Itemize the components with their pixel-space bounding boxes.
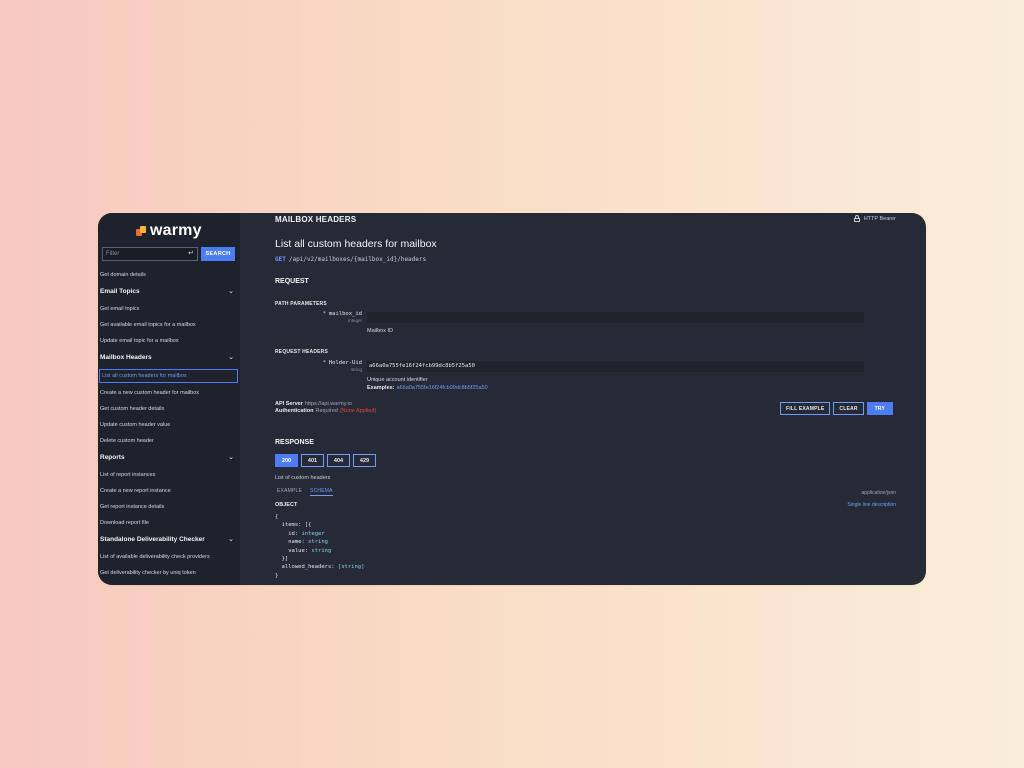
- auth-badge-label: HTTP Bearer: [863, 215, 896, 222]
- sidebar-item[interactable]: Get domain details: [98, 267, 240, 283]
- sidebar-group-label: Reports: [100, 454, 125, 461]
- enter-icon: ↵: [188, 250, 194, 257]
- warmy-logo-icon: [136, 226, 146, 236]
- sidebar-item[interactable]: List of available deliverability check p…: [98, 549, 240, 565]
- header-param-description: Unique account identifier: [367, 377, 428, 383]
- response-code-404[interactable]: 404: [327, 454, 350, 467]
- schema-field: value: string: [288, 547, 332, 554]
- response-tabs: EXAMPLE SCHEMA: [277, 488, 333, 496]
- request-headers-heading: REQUEST HEADERS: [275, 349, 329, 355]
- main-content: MAILBOX HEADERS HTTP Bearer List all cus…: [240, 213, 926, 585]
- sidebar-group[interactable]: Email Topics ⌄: [98, 283, 240, 301]
- filter-input[interactable]: Filter ↵: [102, 247, 198, 261]
- api-docs-window: warmy Filter ↵ SEARCH Get domain details…: [98, 213, 926, 585]
- authentication-line: Authentication Required (None Applied): [275, 408, 377, 414]
- sidebar-item[interactable]: List of report instances: [98, 467, 240, 483]
- sidebar-item[interactable]: Download report file: [98, 515, 240, 531]
- sidebar: warmy Filter ↵ SEARCH Get domain details…: [98, 213, 240, 585]
- sidebar-group-label: Mailbox Headers: [100, 354, 152, 361]
- sidebar-group-label: Standalone Deliverability Checker: [100, 536, 205, 543]
- response-schema: { items: [{ id: integer name: string val…: [275, 514, 365, 579]
- request-heading: REQUEST: [275, 278, 309, 285]
- tab-schema[interactable]: SCHEMA: [310, 488, 333, 496]
- tab-example[interactable]: EXAMPLE: [277, 488, 302, 496]
- filter-row: Filter ↵ SEARCH: [102, 247, 235, 261]
- sidebar-item[interactable]: Delete custom header: [98, 433, 240, 449]
- schema-field: name: string: [288, 539, 328, 546]
- brand-logo[interactable]: warmy: [136, 222, 202, 240]
- header-param-name: * Holder-Uid: [322, 360, 362, 366]
- header-param-type: string: [350, 367, 362, 372]
- response-description: List of custom headers: [275, 475, 331, 481]
- try-button[interactable]: TRY: [866, 402, 894, 415]
- auth-badge[interactable]: HTTP Bearer: [853, 215, 896, 222]
- filter-placeholder: Filter: [106, 251, 120, 257]
- response-code-429[interactable]: 429: [353, 454, 376, 467]
- section-title: MAILBOX HEADERS: [275, 215, 357, 224]
- sidebar-item[interactable]: Create a new custom header for mailbox: [98, 385, 240, 401]
- chevron-down-icon: ⌄: [228, 536, 234, 543]
- request-actions: FILL EXAMPLE CLEAR TRY: [780, 402, 894, 415]
- content-type[interactable]: application/json: [862, 490, 896, 496]
- example-value-link[interactable]: a66a0a755fe16f24fcb99dc8b5f25a50: [397, 385, 488, 391]
- sidebar-nav: Get domain details Email Topics ⌄ Get email…: [98, 267, 240, 581]
- sidebar-item[interactable]: Get custom header details: [98, 401, 240, 417]
- chevron-down-icon: ⌄: [228, 354, 234, 361]
- endpoint-path: /api/v2/mailboxes/{mailbox_id}/headers: [288, 256, 427, 263]
- path-param-description: Mailbox ID: [367, 328, 393, 334]
- header-param-examples: Examples: a66a0a755fe16f24fcb99dc8b5f25a5…: [367, 385, 488, 391]
- operation-path: GET/api/v2/mailboxes/{mailbox_id}/header…: [275, 256, 426, 263]
- sidebar-item[interactable]: Update custom header value: [98, 417, 240, 433]
- brand-name: warmy: [150, 222, 202, 239]
- path-params-heading: PATH PARAMETERS: [275, 301, 327, 307]
- sidebar-item[interactable]: Get email topics: [98, 301, 240, 317]
- path-param-type: integer: [348, 318, 362, 323]
- response-code-200[interactable]: 200: [275, 454, 298, 467]
- path-param-name: * mailbox_id: [322, 311, 362, 317]
- sidebar-item[interactable]: Create a new report instance: [98, 483, 240, 499]
- auth-none-applied: (None Applied): [339, 408, 377, 414]
- schema-field: id: integer: [288, 530, 325, 537]
- response-heading: RESPONSE: [275, 439, 314, 446]
- fill-example-button[interactable]: FILL EXAMPLE: [780, 402, 831, 415]
- operation-title: List all custom headers for mailbox: [275, 238, 437, 250]
- single-line-description-link[interactable]: Single line description: [847, 502, 896, 508]
- sidebar-item[interactable]: Update email topic for a mailbox: [98, 333, 240, 349]
- object-label: OBJECT: [275, 502, 298, 508]
- sidebar-item[interactable]: Get available email topics for a mailbox: [98, 317, 240, 333]
- chevron-down-icon: ⌄: [228, 454, 234, 461]
- response-code-401[interactable]: 401: [301, 454, 324, 467]
- sidebar-group[interactable]: Reports ⌄: [98, 449, 240, 467]
- api-server-line: API Server https://api.warmy.io: [275, 401, 352, 407]
- sidebar-item-active[interactable]: List all custom headers for mailbox: [99, 369, 238, 383]
- lock-icon: [853, 215, 860, 222]
- api-server-url: https://api.warmy.io: [304, 401, 352, 407]
- sidebar-group-label: Email Topics: [100, 288, 140, 295]
- sidebar-group[interactable]: Mailbox Headers ⌄: [98, 349, 240, 367]
- clear-button[interactable]: CLEAR: [833, 402, 864, 415]
- search-button[interactable]: SEARCH: [201, 247, 235, 261]
- sidebar-item[interactable]: Get report instance details: [98, 499, 240, 515]
- response-codes: 200 401 404 429: [275, 454, 376, 467]
- mailbox-id-input[interactable]: [367, 312, 864, 323]
- http-method: GET: [275, 256, 286, 263]
- sidebar-group[interactable]: Standalone Deliverability Checker ⌄: [98, 531, 240, 549]
- sidebar-item[interactable]: Get deliverability checker by uniq token: [98, 565, 240, 581]
- holder-uid-input[interactable]: a66a0a755fe16f24fcb99dc8b5f25a50: [367, 361, 864, 372]
- chevron-down-icon: ⌄: [228, 288, 234, 295]
